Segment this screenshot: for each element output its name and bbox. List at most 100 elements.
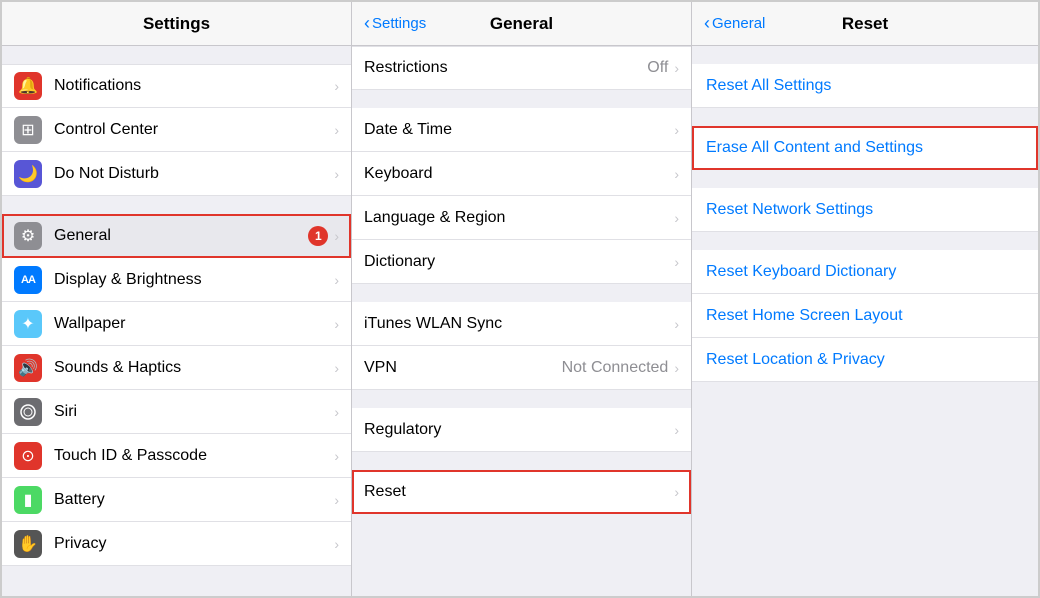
reset-items: Reset All Settings Erase All Content and …	[692, 46, 1038, 382]
wallpaper-icon: ✦	[14, 310, 42, 338]
back-chevron-icon: ‹	[364, 13, 370, 34]
settings-item-label-sounds: Sounds & Haptics	[54, 359, 334, 377]
reset-back-chevron-icon: ‹	[704, 13, 710, 34]
general-label-regulatory: Regulatory	[364, 421, 674, 439]
general-chevron-language-region: ›	[674, 210, 679, 226]
settings-item-label-do-not-disturb: Do Not Disturb	[54, 165, 334, 183]
general-value-restrictions: Off	[647, 59, 668, 77]
settings-list: 🔔Notifications›⊞Control Center›🌙Do Not D…	[2, 46, 351, 596]
settings-title: Settings	[143, 14, 210, 34]
reset-label-reset-all-settings: Reset All Settings	[706, 77, 831, 95]
reset-item-reset-keyboard[interactable]: Reset Keyboard Dictionary	[692, 250, 1038, 294]
general-chevron-regulatory: ›	[674, 422, 679, 438]
reset-label-erase-all: Erase All Content and Settings	[706, 139, 923, 157]
general-item-reset[interactable]: Reset›	[352, 470, 691, 514]
reset-item-reset-all-settings[interactable]: Reset All Settings	[692, 64, 1038, 108]
general-item-dictionary[interactable]: Dictionary›	[352, 240, 691, 284]
reset-item-reset-home-screen[interactable]: Reset Home Screen Layout	[692, 294, 1038, 338]
general-item-language-region[interactable]: Language & Region›	[352, 196, 691, 240]
general-label-reset: Reset	[364, 483, 674, 501]
general-list: RestrictionsOff›Date & Time›Keyboard›Lan…	[352, 46, 691, 596]
chevron-icon-sounds: ›	[334, 360, 339, 376]
settings-column: Settings 🔔Notifications›⊞Control Center›…	[2, 2, 352, 596]
battery-icon: ▮	[14, 486, 42, 514]
general-label-date-time: Date & Time	[364, 121, 674, 139]
sounds-icon: 🔊	[14, 354, 42, 382]
reset-label-reset-network: Reset Network Settings	[706, 201, 873, 219]
reset-label-reset-location: Reset Location & Privacy	[706, 351, 885, 369]
chevron-icon-control-center: ›	[334, 122, 339, 138]
chevron-icon-notifications: ›	[334, 78, 339, 94]
settings-item-display[interactable]: AA Display & Brightness›	[2, 258, 351, 302]
settings-item-control-center[interactable]: ⊞ Control Center›	[2, 108, 351, 152]
general-chevron-itunes-wlan: ›	[674, 316, 679, 332]
general-item-vpn[interactable]: VPNNot Connected›	[352, 346, 691, 390]
reset-item-reset-location[interactable]: Reset Location & Privacy	[692, 338, 1038, 382]
reset-separator-top	[692, 46, 1038, 64]
settings-item-label-control-center: Control Center	[54, 121, 334, 139]
reset-header: ‹ General Reset	[692, 2, 1038, 46]
general-chevron-reset: ›	[674, 484, 679, 500]
chevron-icon-display: ›	[334, 272, 339, 288]
settings-item-siri[interactable]: Siri›	[2, 390, 351, 434]
general-separator-3	[352, 390, 691, 408]
reset-item-reset-network[interactable]: Reset Network Settings	[692, 188, 1038, 232]
reset-separator-3	[692, 232, 1038, 250]
general-label-dictionary: Dictionary	[364, 253, 674, 271]
general-item-date-time[interactable]: Date & Time›	[352, 108, 691, 152]
general-item-restrictions[interactable]: RestrictionsOff ›	[352, 46, 691, 90]
settings-item-touch-id[interactable]: ⊙Touch ID & Passcode›	[2, 434, 351, 478]
settings-item-label-privacy: Privacy	[54, 535, 334, 553]
general-chevron-dictionary: ›	[674, 254, 679, 270]
chevron-icon-privacy: ›	[334, 536, 339, 552]
settings-separator-1	[2, 196, 351, 214]
control-center-icon: ⊞	[14, 116, 42, 144]
chevron-icon-siri: ›	[334, 404, 339, 420]
chevron-icon-battery: ›	[334, 492, 339, 508]
reset-back-button[interactable]: ‹ General	[704, 13, 765, 34]
reset-title: Reset	[842, 14, 888, 34]
settings-item-battery[interactable]: ▮ Battery›	[2, 478, 351, 522]
display-icon: AA	[14, 266, 42, 294]
reset-item-erase-all[interactable]: Erase All Content and Settings	[692, 126, 1038, 170]
general-item-keyboard[interactable]: Keyboard›	[352, 152, 691, 196]
settings-item-privacy[interactable]: ✋ Privacy›	[2, 522, 351, 566]
notifications-icon: 🔔	[14, 72, 42, 100]
settings-item-wallpaper[interactable]: ✦Wallpaper›	[2, 302, 351, 346]
reset-label-reset-home-screen: Reset Home Screen Layout	[706, 307, 903, 325]
touch-id-icon: ⊙	[14, 442, 42, 470]
general-label-itunes-wlan: iTunes WLAN Sync	[364, 315, 674, 333]
general-chevron-restrictions: ›	[674, 60, 679, 76]
settings-items: 🔔Notifications›⊞Control Center›🌙Do Not D…	[2, 64, 351, 566]
settings-item-general[interactable]: ⚙General1›	[2, 214, 351, 258]
general-label-restrictions: Restrictions	[364, 59, 647, 77]
reset-separator-2	[692, 170, 1038, 188]
reset-column: ‹ General Reset Reset All Settings Erase …	[692, 2, 1038, 596]
general-label-keyboard: Keyboard	[364, 165, 674, 183]
settings-item-notifications[interactable]: 🔔Notifications›	[2, 64, 351, 108]
general-chevron-date-time: ›	[674, 122, 679, 138]
general-column: ‹ Settings General RestrictionsOff›Date …	[352, 2, 692, 596]
privacy-icon: ✋	[14, 530, 42, 558]
general-header: ‹ Settings General	[352, 2, 691, 46]
reset-list: Reset All Settings Erase All Content and …	[692, 46, 1038, 596]
general-back-label: Settings	[372, 15, 426, 32]
chevron-icon-wallpaper: ›	[334, 316, 339, 332]
settings-item-label-display: Display & Brightness	[54, 271, 334, 289]
settings-item-do-not-disturb[interactable]: 🌙 Do Not Disturb›	[2, 152, 351, 196]
do-not-disturb-icon: 🌙	[14, 160, 42, 188]
settings-item-label-general: General	[54, 227, 308, 245]
settings-header: Settings	[2, 2, 351, 46]
general-separator-1	[352, 90, 691, 108]
general-item-itunes-wlan[interactable]: iTunes WLAN Sync›	[352, 302, 691, 346]
general-back-button[interactable]: ‹ Settings	[364, 13, 426, 34]
general-title: General	[490, 14, 553, 34]
settings-item-label-siri: Siri	[54, 403, 334, 421]
chevron-icon-do-not-disturb: ›	[334, 166, 339, 182]
general-label-language-region: Language & Region	[364, 209, 674, 227]
chevron-icon-touch-id: ›	[334, 448, 339, 464]
settings-item-label-battery: Battery	[54, 491, 334, 509]
general-item-regulatory[interactable]: Regulatory›	[352, 408, 691, 452]
settings-item-sounds[interactable]: 🔊 Sounds & Haptics›	[2, 346, 351, 390]
general-separator-4	[352, 452, 691, 470]
